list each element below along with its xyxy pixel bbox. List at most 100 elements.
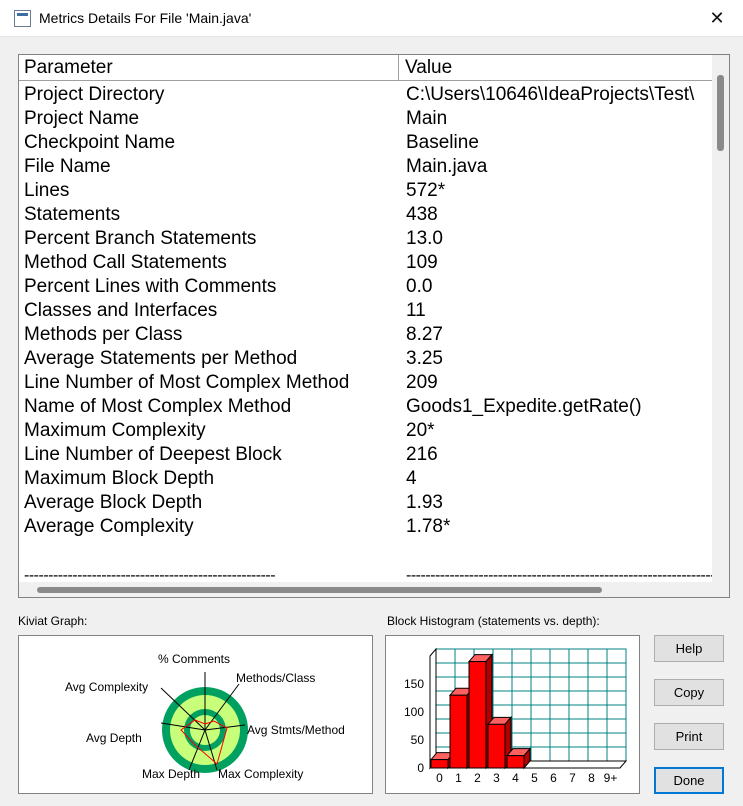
parameter-cell: Methods per Class [24,324,183,345]
parameter-cell: Percent Lines with Comments [24,276,277,297]
value-cell: 8.27 [406,324,443,345]
horizontal-scrollbar[interactable] [19,582,729,597]
table-row[interactable]: Maximum Complexity 20* [19,419,713,443]
parameter-cell: Name of Most Complex Method [24,396,292,417]
table-row[interactable]: Classes and Interfaces 11 [19,299,713,323]
table-row[interactable]: Project Directory C:\Users\10646\IdeaProj… [19,83,713,107]
table-row[interactable]: Percent Lines with Comments 0.0 [19,275,713,299]
parameter-cell: Average Statements per Method [24,348,298,369]
value-cell: 109 [406,252,438,273]
kiviat-graph: % Comments Methods/Class Avg Stmts/Metho… [18,635,373,794]
x-tick-label: 0 [436,771,443,785]
table-row[interactable]: Lines 572* [19,179,713,203]
parameter-cell: File Name [24,156,111,177]
help-button[interactable]: Help [654,635,724,662]
table-row[interactable]: Project Name Main [19,107,713,131]
print-button[interactable]: Print [654,723,724,750]
value-cell: 3.25 [406,348,443,369]
table-row[interactable]: Average Statements per Method 3.25 [19,347,713,371]
x-tick-label: 3 [493,771,500,785]
x-tick-label: 4 [512,771,519,785]
column-header-parameter[interactable]: Parameter [19,55,399,81]
value-cell: Main.java [406,156,488,177]
parameter-cell: Lines [24,180,70,201]
histogram-bar [449,694,468,769]
parameter-cell: Percent Branch Statements [24,228,257,249]
x-tick-label: 8 [588,771,595,785]
x-tick-label: 7 [569,771,576,785]
parameter-cell: Average Complexity [24,516,194,537]
parameter-cell: Average Block Depth [24,492,203,513]
table-row[interactable]: Line Number of Deepest Block 216 [19,443,713,467]
vertical-scroll-thumb[interactable] [717,75,724,151]
kiviat-axis-label: Max Complexity [218,767,303,781]
metrics-table: Parameter Value Project Directory C:\User… [18,54,730,598]
y-tick-label: 100 [404,705,424,719]
parameter-cell: Maximum Block Depth [24,468,215,489]
parameter-cell: Method Call Statements [24,252,227,273]
table-row[interactable]: Maximum Block Depth 4 [19,467,713,491]
histogram-label: Block Histogram (statements vs. depth): [387,614,600,628]
x-tick-label: 1 [455,771,462,785]
kiviat-axis-label: % Comments [158,652,230,666]
value-cell: 438 [406,204,438,225]
value-cell: 1.93 [406,492,443,513]
table-row[interactable]: Methods per Class 8.27 [19,323,713,347]
table-rows: Project Directory C:\Users\10646\IdeaProj… [19,83,713,539]
app-icon [14,10,31,27]
done-button[interactable]: Done [654,767,724,794]
table-row[interactable]: Line Number of Most Complex Method 209 [19,371,713,395]
parameter-cell: Statements [24,204,121,225]
parameter-cell: Line Number of Deepest Block [24,444,282,465]
value-cell: Main [406,108,448,129]
parameter-cell: Line Number of Most Complex Method [24,372,350,393]
histogram-left-wall [429,647,437,770]
table-row[interactable]: Percent Branch Statements 13.0 [19,227,713,251]
kiviat-axis-label: Avg Stmts/Method [247,723,345,737]
kiviat-axis-label: Methods/Class [236,671,315,685]
parameter-cell: Classes and Interfaces [24,300,218,321]
value-cell: 1.78* [406,516,451,537]
table-row[interactable]: Statements 438 [19,203,713,227]
kiviat-svg: % Comments Methods/Class Avg Stmts/Metho… [65,652,345,781]
histogram-svg: 0501001500 1 2 3 4 5 6 7 8 9+ [404,647,628,785]
y-tick-label: 0 [417,761,424,775]
close-button[interactable]: ✕ [699,4,735,32]
kiviat-axis-label: Avg Depth [86,731,142,745]
value-cell: C:\Users\10646\IdeaProjects\Test\ [406,84,695,105]
copy-button[interactable]: Copy [654,679,724,706]
vertical-scrollbar[interactable] [712,55,729,583]
parameter-cell: Project Directory [24,84,165,105]
value-cell: 209 [406,372,438,393]
horizontal-scroll-thumb[interactable] [37,587,602,593]
title-bar: Metrics Details For File 'Main.java' ✕ [0,0,743,37]
parameter-cell: Project Name [24,108,140,129]
kiviat-label: Kiviat Graph: [18,614,88,628]
histogram-bar [487,723,506,769]
parameter-cell: Maximum Complexity [24,420,206,441]
value-cell: 20* [406,420,435,441]
table-row[interactable]: Name of Most Complex Method Goods1_Expedi… [19,395,713,419]
value-cell: Goods1_Expedite.getRate() [406,396,642,417]
table-row[interactable]: Method Call Statements 109 [19,251,713,275]
table-row[interactable]: Checkpoint Name Baseline [19,131,713,155]
y-tick-label: 150 [404,677,424,691]
histogram-bar [468,661,487,769]
value-cell: 572* [406,180,446,201]
histogram-bar [506,755,525,769]
histogram-bar [430,759,449,769]
x-tick-label: 6 [550,771,557,785]
block-histogram: 0 50 100 150 0 1 2 3 4 5 6 7 8 9+ [385,635,640,794]
table-row[interactable]: Average Complexity 1.78* [19,515,713,539]
value-cell: Baseline [406,132,479,153]
x-tick-label: 2 [474,771,481,785]
table-row[interactable]: Average Block Depth 1.93 [19,491,713,515]
kiviat-axis-label: Avg Complexity [65,680,148,694]
table-row[interactable]: File Name Main.java [19,155,713,179]
value-cell: 13.0 [406,228,443,249]
x-tick-label: 9+ [604,771,618,785]
kiviat-axis-label: Max Depth [142,767,200,781]
column-header-value[interactable]: Value [399,55,713,81]
parameter-cell: Checkpoint Name [24,132,176,153]
value-cell: 11 [406,300,426,321]
